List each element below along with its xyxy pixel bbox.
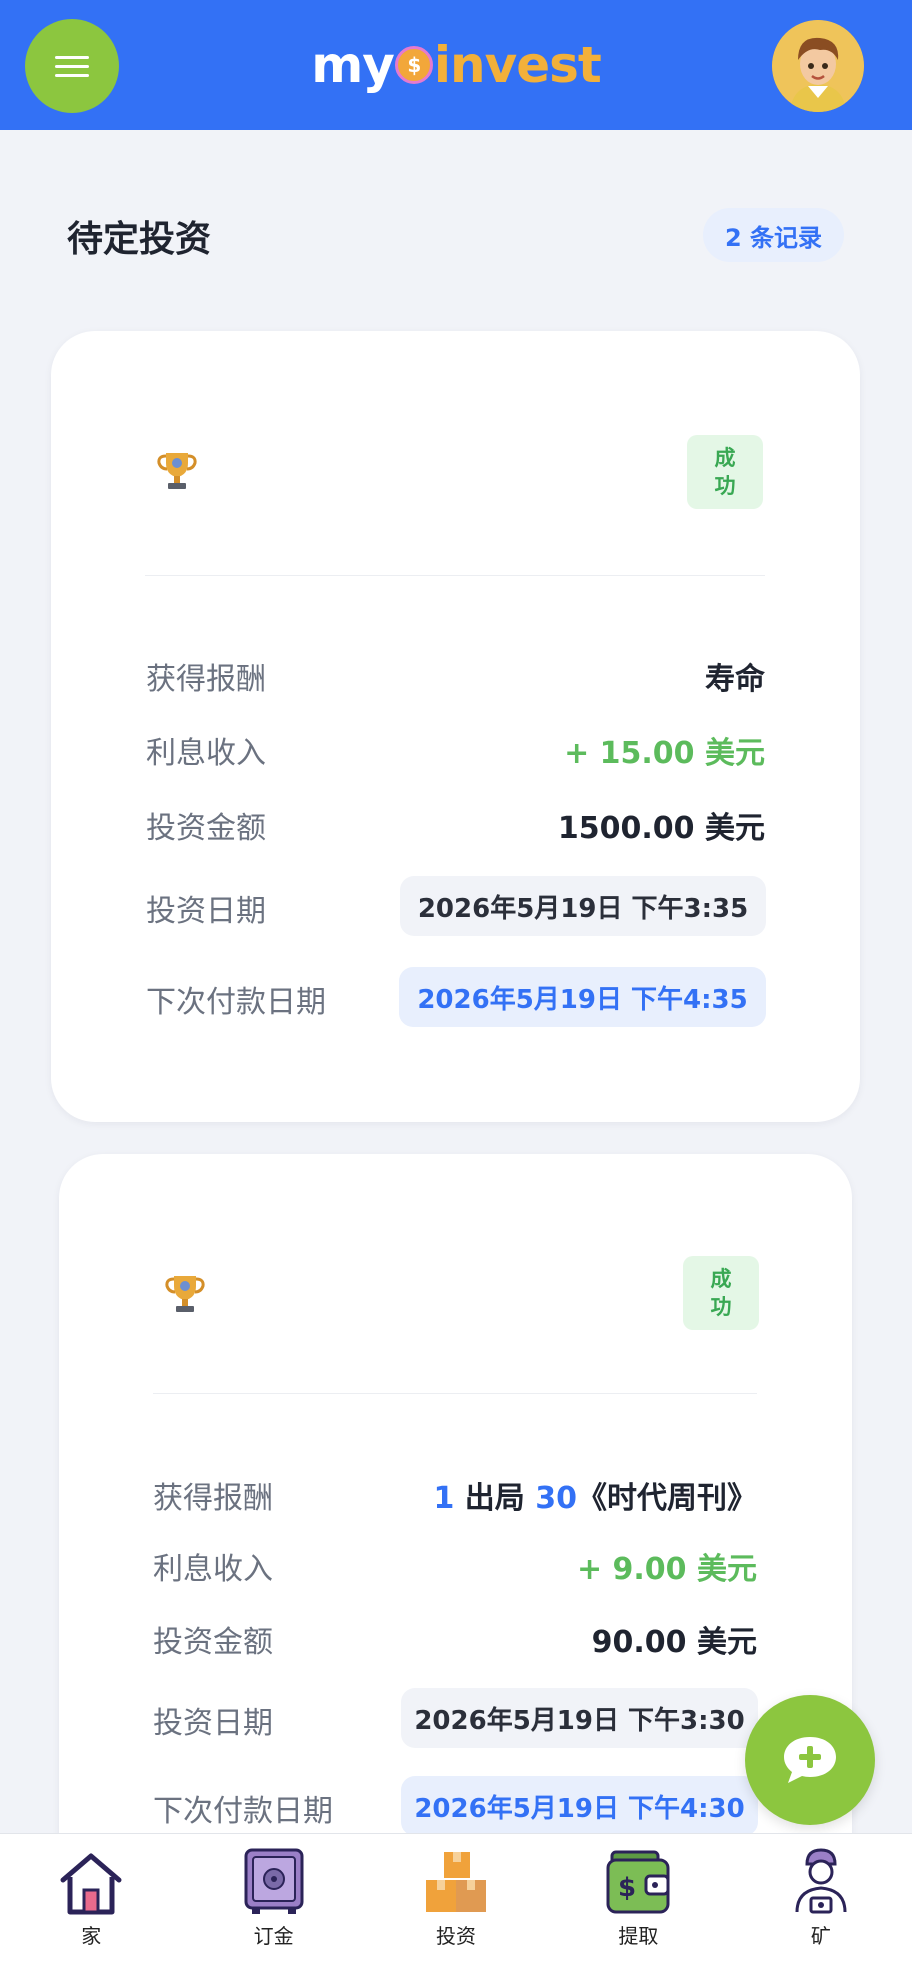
nav-label: 矿 <box>810 1924 831 1948</box>
avatar-icon <box>772 20 864 112</box>
next-payment-label: 下次付款日期 <box>153 1794 333 1829</box>
status-badge: 成功 <box>683 1256 759 1330</box>
hamburger-icon-line <box>55 55 89 59</box>
record-count-badge: 2 条记录 <box>702 208 844 262</box>
page-title: 待定投资 <box>67 219 212 260</box>
interest-label: 利息收入 <box>153 1552 273 1587</box>
hamburger-icon-line <box>55 64 89 68</box>
coin-icon: $ <box>394 46 433 84</box>
bottom-nav: 家 订金 投资 $ 提取 矿 <box>0 1833 912 1962</box>
top-header: my $ invest <box>0 0 912 130</box>
nav-item-deposit[interactable]: 订金 <box>182 1834 364 1962</box>
reward-label: 获得报酬 <box>153 1481 273 1516</box>
amount-label: 投资金额 <box>153 1625 273 1660</box>
nav-label: 提取 <box>618 1924 659 1948</box>
next-payment-date: 2026年5月19日 下午4:30 <box>401 1776 758 1836</box>
nav-item-invest[interactable]: 投资 <box>365 1834 547 1962</box>
trophy-icon <box>157 453 197 489</box>
next-payment-date: 2026年5月19日 下午4:35 <box>399 967 766 1027</box>
trophy-icon <box>165 1276 205 1312</box>
menu-button[interactable] <box>25 19 119 113</box>
interest-value: + 15.00 美元 <box>564 736 765 771</box>
chat-button[interactable] <box>745 1695 875 1825</box>
next-payment-label: 下次付款日期 <box>146 985 326 1020</box>
boxes-icon <box>426 1852 487 1912</box>
avatar[interactable] <box>772 20 864 112</box>
investment-date: 2026年5月19日 下午3:30 <box>401 1688 758 1748</box>
date-label: 投资日期 <box>153 1706 273 1741</box>
nav-label: 投资 <box>436 1924 477 1948</box>
nav-item-home[interactable]: 家 <box>0 1834 182 1962</box>
chat-plus-icon <box>784 1737 836 1783</box>
amount-value: 1500.00 美元 <box>557 811 765 846</box>
reward-label: 获得报酬 <box>146 662 266 697</box>
amount-label: 投资金额 <box>146 811 266 846</box>
interest-label: 利息收入 <box>146 736 266 771</box>
wallet-icon: $ <box>606 1850 670 1914</box>
reward-value: 1 出局 30《时代周刊》 <box>433 1481 757 1516</box>
divider <box>145 575 765 576</box>
nav-label: 订金 <box>253 1924 294 1948</box>
investment-date: 2026年5月19日 下午3:35 <box>400 876 766 936</box>
status-badge: 成功 <box>687 435 763 509</box>
date-label: 投资日期 <box>146 894 266 929</box>
miner-icon <box>795 1848 847 1914</box>
divider <box>153 1393 757 1394</box>
safe-icon <box>244 1848 304 1914</box>
home-icon <box>60 1853 122 1915</box>
interest-value: + 9.00 美元 <box>576 1552 757 1587</box>
nav-item-withdraw[interactable]: $ 提取 <box>547 1834 729 1962</box>
nav-item-mine[interactable]: 矿 <box>730 1834 912 1962</box>
nav-label: 家 <box>81 1924 102 1948</box>
hamburger-icon-line <box>55 73 89 77</box>
app-logo[interactable]: my $ invest <box>311 36 602 94</box>
investment-card: 成功 获得报酬 寿命 利息收入 + 15.00 美元 投资金额 1500.00 … <box>51 331 860 1122</box>
svg-text:$: $ <box>618 1873 636 1903</box>
reward-value: 寿命 <box>705 662 765 697</box>
amount-value: 90.00 美元 <box>591 1625 757 1660</box>
